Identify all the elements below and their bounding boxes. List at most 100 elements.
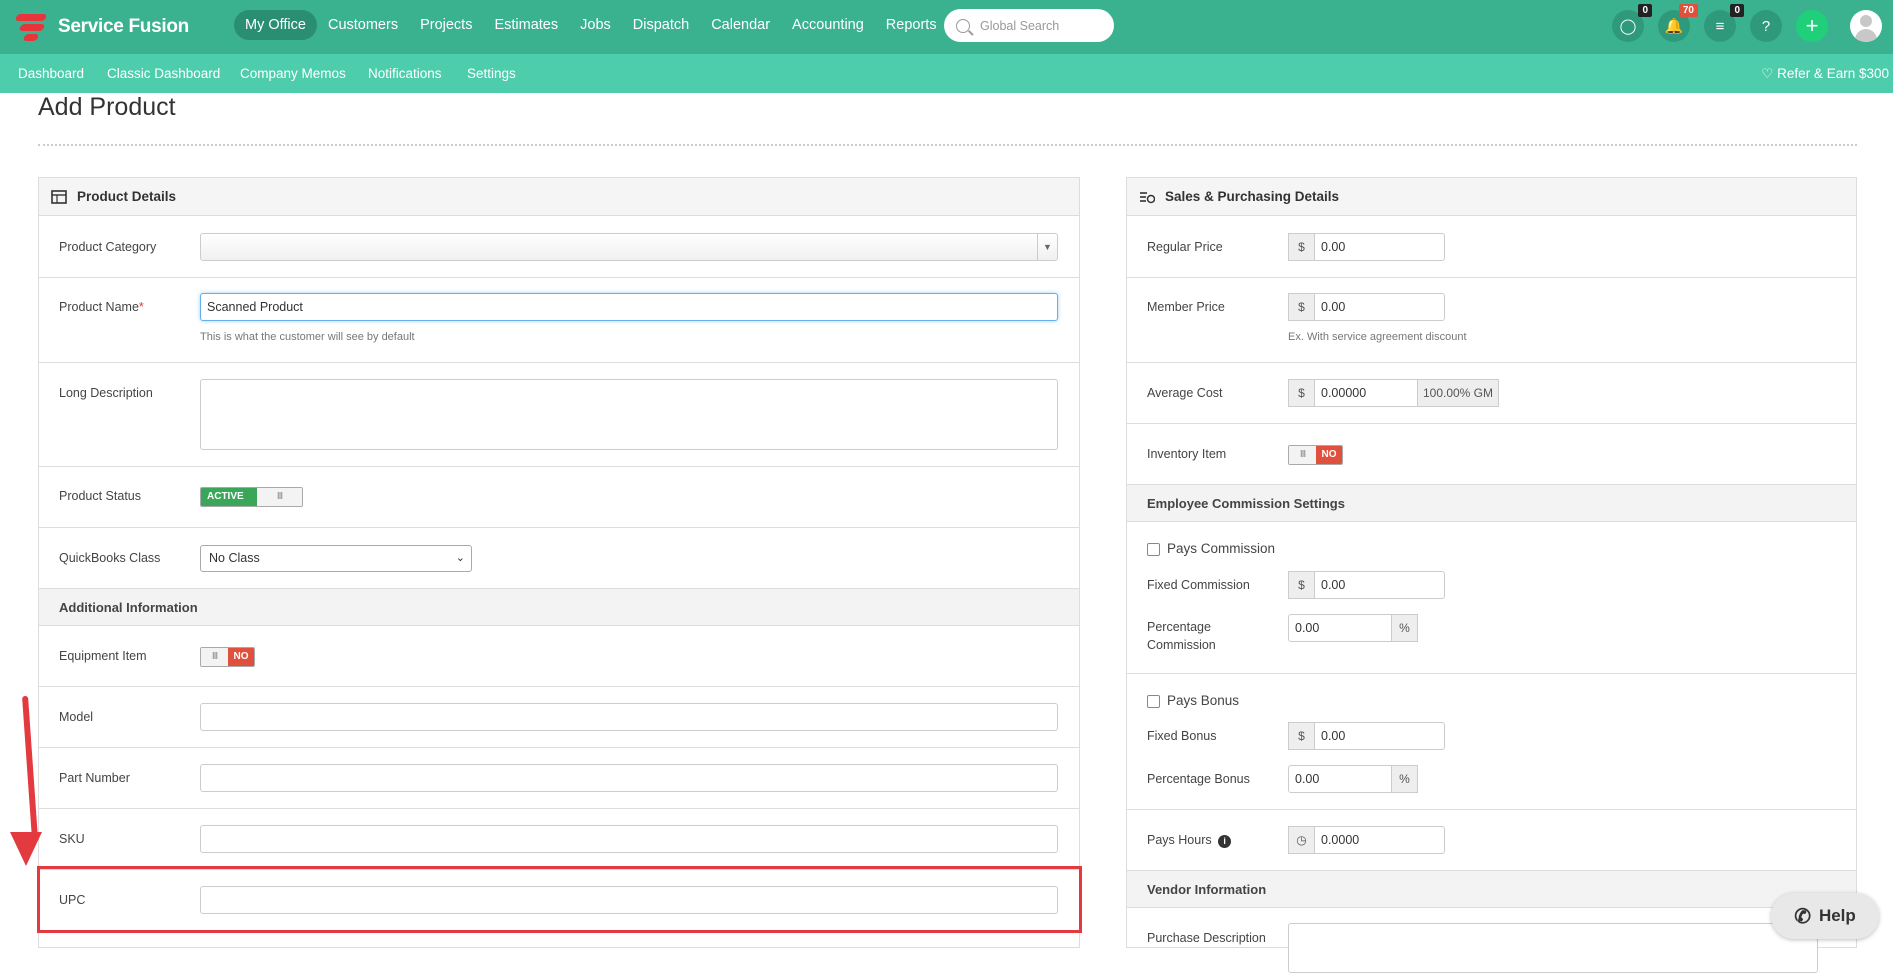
help-label: Help	[1818, 906, 1856, 925]
pays-bonus-label: Pays Bonus	[1167, 693, 1240, 708]
nav-projects[interactable]: Projects	[409, 10, 483, 40]
refer-earn-link[interactable]: ♡ Refer & Earn $300	[1761, 54, 1889, 93]
pays-hours-input[interactable]	[1314, 826, 1445, 854]
part-number-input[interactable]	[200, 764, 1058, 792]
row-purchase-description: Purchase Description	[1127, 908, 1856, 973]
brand-logo[interactable]: Service Fusion	[14, 10, 189, 44]
help-question-button[interactable]: ?	[1750, 10, 1782, 42]
heart-icon: ♡	[1761, 66, 1774, 81]
row-part-number: Part Number	[39, 748, 1079, 809]
avatar[interactable]	[1850, 10, 1882, 42]
bonus-group: Pays Bonus Fixed Bonus $ Percentage Bonu…	[1127, 674, 1856, 810]
product-name-label: Product Name*	[59, 300, 144, 314]
toggle-handle-icon: III	[257, 488, 302, 506]
subnav-classic-dashboard[interactable]: Classic Dashboard	[107, 54, 220, 93]
product-category-select[interactable]: ▼	[200, 233, 1058, 261]
top-icons: ◯ 0 🔔 70 ≡ 0 ? +	[1612, 4, 1842, 42]
subnav-dashboard[interactable]: Dashboard	[18, 54, 84, 93]
commission-group: Pays Commission Fixed Commission $ Perce…	[1127, 522, 1856, 674]
nav-dispatch[interactable]: Dispatch	[622, 10, 700, 40]
sales-purchasing-title: Sales & Purchasing Details	[1165, 189, 1340, 204]
plus-icon: +	[1805, 13, 1819, 38]
subnav-company-memos[interactable]: Company Memos	[240, 54, 346, 93]
currency-addon: $	[1288, 722, 1315, 750]
inventory-item-toggle[interactable]: III NO	[1288, 445, 1343, 465]
equipment-item-toggle[interactable]: III NO	[200, 647, 255, 667]
subnav-settings[interactable]: Settings	[467, 54, 516, 93]
percentage-commission-label-line2: Commission	[1147, 638, 1216, 652]
upc-highlight-box	[37, 866, 1082, 933]
row-product-name: Product Name* This is what the customer …	[39, 278, 1079, 363]
help-button[interactable]: ✆ Help	[1771, 893, 1879, 939]
search-icon	[956, 18, 970, 33]
chat-button[interactable]: ◯ 0	[1612, 4, 1652, 42]
sku-input[interactable]	[200, 825, 1058, 853]
product-details-header: Product Details	[39, 178, 1079, 216]
fixed-bonus-input[interactable]	[1314, 722, 1445, 750]
chat-icon: ◯	[1619, 18, 1637, 35]
percentage-commission-label-line1: Percentage	[1147, 620, 1211, 634]
toggle-handle-icon: III	[201, 648, 228, 666]
inventory-item-label: Inventory Item	[1147, 447, 1227, 461]
vendor-information-header: Vendor Information	[1127, 871, 1856, 908]
row-sku: SKU	[39, 809, 1079, 870]
status-active-label: ACTIVE	[201, 488, 257, 506]
annotation-arrow-shaft	[22, 695, 39, 841]
tasks-button[interactable]: ≡ 0	[1704, 4, 1744, 42]
subnav-notifications[interactable]: Notifications	[368, 54, 442, 93]
question-icon: ?	[1761, 17, 1771, 35]
nav-calendar[interactable]: Calendar	[700, 10, 781, 40]
currency-addon: $	[1288, 571, 1315, 599]
average-cost-input[interactable]	[1314, 379, 1418, 407]
row-equipment-item: Equipment Item III NO	[39, 626, 1079, 687]
row-model: Model	[39, 687, 1079, 748]
row-pays-hours: Pays Hours i ◷	[1127, 810, 1856, 871]
member-price-input[interactable]	[1314, 293, 1445, 321]
equipment-no-label: NO	[228, 648, 254, 666]
product-status-toggle[interactable]: ACTIVE III	[200, 487, 303, 507]
regular-price-input[interactable]	[1314, 233, 1445, 261]
product-name-hint: This is what the customer will see by de…	[200, 331, 415, 343]
nav-customers[interactable]: Customers	[317, 10, 409, 40]
global-search[interactable]	[944, 9, 1114, 42]
product-status-label: Product Status	[59, 489, 141, 503]
nav-my-office[interactable]: My Office	[234, 10, 317, 40]
product-details-panel: Product Details Product Category ▼ Produ…	[38, 177, 1080, 948]
info-icon[interactable]: i	[1218, 835, 1232, 848]
bell-icon: 🔔	[1664, 18, 1684, 35]
percentage-commission-input[interactable]	[1288, 614, 1392, 642]
average-cost-label: Average Cost	[1147, 386, 1223, 400]
nav-reports[interactable]: Reports	[875, 10, 948, 40]
purchase-description-textarea[interactable]	[1288, 923, 1818, 973]
purchase-description-label: Purchase Description	[1147, 931, 1266, 945]
long-description-textarea[interactable]	[200, 379, 1058, 450]
percentage-bonus-label: Percentage Bonus	[1147, 772, 1250, 786]
main-nav: My Office Customers Projects Estimates J…	[234, 10, 948, 40]
sub-navbar: Dashboard Classic Dashboard Company Memo…	[0, 54, 1893, 93]
nav-accounting[interactable]: Accounting	[781, 10, 875, 40]
global-search-input[interactable]	[980, 18, 1100, 33]
sales-purchasing-panel: Sales & Purchasing Details Regular Price…	[1126, 177, 1857, 973]
service-fusion-logo-icon	[14, 11, 52, 43]
notifications-button[interactable]: 🔔 70	[1658, 4, 1698, 42]
product-details-title: Product Details	[77, 189, 177, 204]
pays-commission-checkbox[interactable]	[1147, 543, 1160, 556]
phone-icon: ✆	[1794, 905, 1811, 928]
add-new-button[interactable]: +	[1796, 10, 1828, 42]
clock-icon: ◷	[1288, 826, 1315, 854]
annotation-arrow-icon	[10, 832, 42, 866]
model-input[interactable]	[200, 703, 1058, 731]
additional-information-header: Additional Information	[39, 589, 1079, 626]
product-box-icon	[51, 189, 67, 204]
percentage-bonus-input[interactable]	[1288, 765, 1392, 793]
quickbooks-class-select[interactable]: No Class ⌄	[200, 545, 472, 572]
fixed-commission-input[interactable]	[1314, 571, 1445, 599]
quickbooks-class-label: QuickBooks Class	[59, 551, 161, 565]
row-inventory-item: Inventory Item III NO	[1127, 424, 1856, 485]
nav-estimates[interactable]: Estimates	[483, 10, 569, 40]
nav-jobs[interactable]: Jobs	[569, 10, 622, 40]
pays-bonus-checkbox[interactable]	[1147, 695, 1160, 708]
chevron-down-icon: ▼	[1037, 234, 1057, 260]
vendor-information-title: Vendor Information	[1147, 882, 1267, 897]
product-name-input[interactable]	[200, 293, 1058, 321]
